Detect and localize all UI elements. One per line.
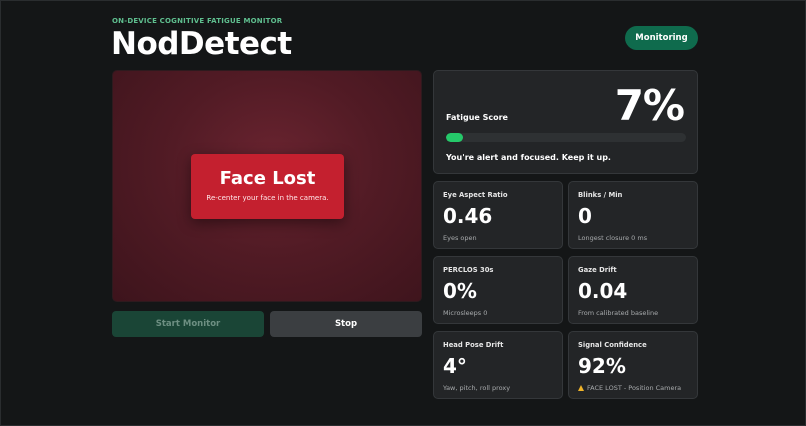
metric-card-perclos: PERCLOS 30s 0% Microsleeps 0 bbox=[433, 256, 563, 324]
app-eyebrow: ON-DEVICE COGNITIVE FATIGUE MONITOR bbox=[112, 17, 283, 25]
metric-value: 0% bbox=[443, 279, 477, 303]
signal-warning-text: FACE LOST - Position Camera bbox=[587, 384, 682, 392]
metric-card-gaze-drift: Gaze Drift 0.04 From calibrated baseline bbox=[568, 256, 698, 324]
warning-icon bbox=[578, 385, 584, 391]
metric-sub: Longest closure 0 ms bbox=[578, 234, 648, 242]
metric-label: PERCLOS 30s bbox=[443, 266, 494, 274]
app-window: ON-DEVICE COGNITIVE FATIGUE MONITOR NodD… bbox=[0, 0, 806, 426]
fatigue-progress-bar bbox=[446, 133, 686, 142]
monitoring-status-badge: Monitoring bbox=[625, 26, 698, 50]
metric-value: 0.46 bbox=[443, 204, 493, 228]
metric-card-blinks-per-min: Blinks / Min 0 Longest closure 0 ms bbox=[568, 181, 698, 249]
fatigue-score-label: Fatigue Score bbox=[446, 113, 508, 122]
metric-sub: Eyes open bbox=[443, 234, 477, 242]
metric-value: 0 bbox=[578, 204, 592, 228]
face-lost-message: Re-center your face in the camera. bbox=[206, 194, 329, 202]
metric-label: Eye Aspect Ratio bbox=[443, 191, 508, 199]
metric-value: 92% bbox=[578, 354, 626, 378]
fatigue-message: You're alert and focused. Keep it up. bbox=[446, 153, 611, 162]
metric-sub: From calibrated baseline bbox=[578, 309, 659, 317]
metric-value: 0.04 bbox=[578, 279, 628, 303]
app-title: NodDetect bbox=[111, 26, 292, 62]
stop-button[interactable]: Stop bbox=[270, 311, 422, 337]
metric-label: Blinks / Min bbox=[578, 191, 623, 199]
metric-value: 4° bbox=[443, 354, 467, 378]
metric-sub: Yaw, pitch, roll proxy bbox=[443, 384, 511, 392]
fatigue-score-value: 7% bbox=[614, 81, 685, 130]
face-lost-alert: Face Lost Re-center your face in the cam… bbox=[191, 154, 344, 219]
metric-card-eye-aspect-ratio: Eye Aspect Ratio 0.46 Eyes open bbox=[433, 181, 563, 249]
metric-card-signal-confidence: Signal Confidence 92% FACE LOST - Positi… bbox=[568, 331, 698, 399]
metric-sub-with-warning: FACE LOST - Position Camera bbox=[578, 384, 681, 392]
fatigue-progress-fill bbox=[446, 133, 463, 142]
metric-label: Gaze Drift bbox=[578, 266, 617, 274]
face-lost-title: Face Lost bbox=[219, 168, 316, 189]
metric-label: Head Pose Drift bbox=[443, 341, 504, 349]
metric-label: Signal Confidence bbox=[578, 341, 647, 349]
start-monitor-button[interactable]: Start Monitor bbox=[112, 311, 264, 337]
metric-sub: Microsleeps 0 bbox=[443, 309, 488, 317]
fatigue-score-card: Fatigue Score 7% You're alert and focuse… bbox=[433, 70, 698, 174]
metric-card-head-pose-drift: Head Pose Drift 4° Yaw, pitch, roll prox… bbox=[433, 331, 563, 399]
